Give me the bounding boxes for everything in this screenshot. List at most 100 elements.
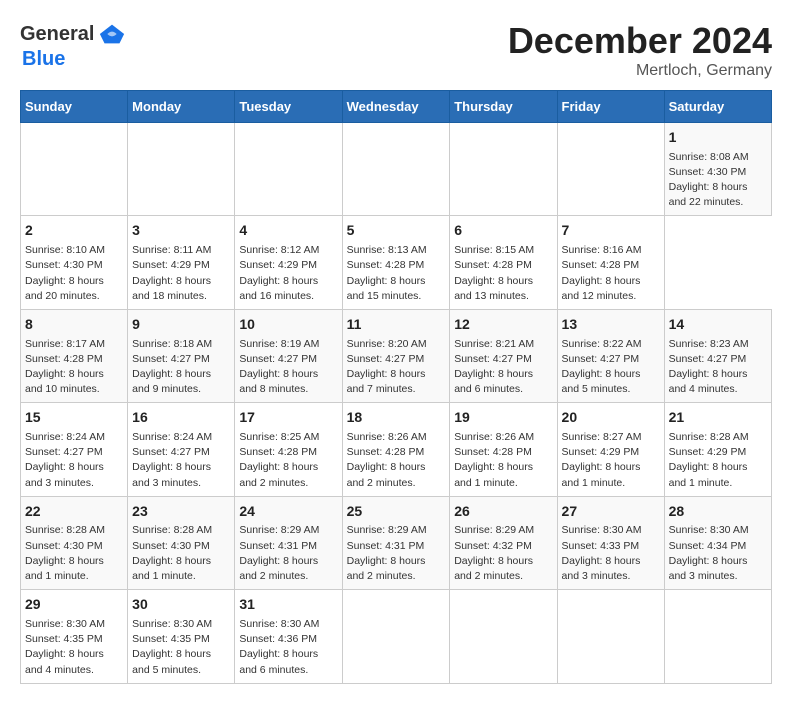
day-number: 22 bbox=[25, 502, 123, 522]
day-cell: 1Sunrise: 8:08 AMSunset: 4:30 PMDaylight… bbox=[664, 123, 771, 216]
day-cell: 20Sunrise: 8:27 AMSunset: 4:29 PMDayligh… bbox=[557, 403, 664, 496]
day-number: 2 bbox=[25, 221, 123, 241]
calendar-week-row: 22Sunrise: 8:28 AMSunset: 4:30 PMDayligh… bbox=[21, 496, 772, 589]
empty-cell bbox=[450, 590, 557, 683]
day-info: Sunrise: 8:30 AMSunset: 4:34 PMDaylight:… bbox=[669, 523, 767, 584]
header: General Blue December 2024 Mertloch, Ger… bbox=[20, 20, 772, 80]
day-cell: 18Sunrise: 8:26 AMSunset: 4:28 PMDayligh… bbox=[342, 403, 450, 496]
empty-cell bbox=[664, 590, 771, 683]
day-cell: 9Sunrise: 8:18 AMSunset: 4:27 PMDaylight… bbox=[128, 309, 235, 402]
day-info: Sunrise: 8:19 AMSunset: 4:27 PMDaylight:… bbox=[239, 337, 337, 398]
day-number: 25 bbox=[347, 502, 446, 522]
day-cell: 11Sunrise: 8:20 AMSunset: 4:27 PMDayligh… bbox=[342, 309, 450, 402]
day-cell: 3Sunrise: 8:11 AMSunset: 4:29 PMDaylight… bbox=[128, 216, 235, 309]
day-cell: 30Sunrise: 8:30 AMSunset: 4:35 PMDayligh… bbox=[128, 590, 235, 683]
day-number: 14 bbox=[669, 315, 767, 335]
location-title: Mertloch, Germany bbox=[508, 62, 772, 80]
day-number: 3 bbox=[132, 221, 230, 241]
calendar-week-row: 1Sunrise: 8:08 AMSunset: 4:30 PMDaylight… bbox=[21, 123, 772, 216]
day-cell: 13Sunrise: 8:22 AMSunset: 4:27 PMDayligh… bbox=[557, 309, 664, 402]
day-number: 12 bbox=[454, 315, 552, 335]
calendar-week-row: 29Sunrise: 8:30 AMSunset: 4:35 PMDayligh… bbox=[21, 590, 772, 683]
day-cell: 5Sunrise: 8:13 AMSunset: 4:28 PMDaylight… bbox=[342, 216, 450, 309]
day-cell: 21Sunrise: 8:28 AMSunset: 4:29 PMDayligh… bbox=[664, 403, 771, 496]
day-cell: 31Sunrise: 8:30 AMSunset: 4:36 PMDayligh… bbox=[235, 590, 342, 683]
day-number: 4 bbox=[239, 221, 337, 241]
day-number: 15 bbox=[25, 408, 123, 428]
day-info: Sunrise: 8:29 AMSunset: 4:32 PMDaylight:… bbox=[454, 523, 552, 584]
weekday-header-saturday: Saturday bbox=[664, 91, 771, 123]
empty-cell bbox=[557, 123, 664, 216]
day-info: Sunrise: 8:13 AMSunset: 4:28 PMDaylight:… bbox=[347, 243, 446, 304]
calendar-week-row: 8Sunrise: 8:17 AMSunset: 4:28 PMDaylight… bbox=[21, 309, 772, 402]
day-info: Sunrise: 8:22 AMSunset: 4:27 PMDaylight:… bbox=[562, 337, 660, 398]
day-info: Sunrise: 8:28 AMSunset: 4:30 PMDaylight:… bbox=[25, 523, 123, 584]
day-cell: 17Sunrise: 8:25 AMSunset: 4:28 PMDayligh… bbox=[235, 403, 342, 496]
day-cell: 23Sunrise: 8:28 AMSunset: 4:30 PMDayligh… bbox=[128, 496, 235, 589]
day-info: Sunrise: 8:15 AMSunset: 4:28 PMDaylight:… bbox=[454, 243, 552, 304]
day-number: 9 bbox=[132, 315, 230, 335]
day-number: 8 bbox=[25, 315, 123, 335]
weekday-header-sunday: Sunday bbox=[21, 91, 128, 123]
empty-cell bbox=[450, 123, 557, 216]
day-number: 13 bbox=[562, 315, 660, 335]
day-number: 24 bbox=[239, 502, 337, 522]
weekday-header-row: SundayMondayTuesdayWednesdayThursdayFrid… bbox=[21, 91, 772, 123]
day-number: 16 bbox=[132, 408, 230, 428]
weekday-header-friday: Friday bbox=[557, 91, 664, 123]
day-cell: 19Sunrise: 8:26 AMSunset: 4:28 PMDayligh… bbox=[450, 403, 557, 496]
weekday-header-monday: Monday bbox=[128, 91, 235, 123]
day-cell: 25Sunrise: 8:29 AMSunset: 4:31 PMDayligh… bbox=[342, 496, 450, 589]
calendar-week-row: 15Sunrise: 8:24 AMSunset: 4:27 PMDayligh… bbox=[21, 403, 772, 496]
day-cell: 4Sunrise: 8:12 AMSunset: 4:29 PMDaylight… bbox=[235, 216, 342, 309]
day-info: Sunrise: 8:12 AMSunset: 4:29 PMDaylight:… bbox=[239, 243, 337, 304]
weekday-header-wednesday: Wednesday bbox=[342, 91, 450, 123]
empty-cell bbox=[557, 590, 664, 683]
day-info: Sunrise: 8:28 AMSunset: 4:30 PMDaylight:… bbox=[132, 523, 230, 584]
day-info: Sunrise: 8:30 AMSunset: 4:33 PMDaylight:… bbox=[562, 523, 660, 584]
day-info: Sunrise: 8:29 AMSunset: 4:31 PMDaylight:… bbox=[239, 523, 337, 584]
day-info: Sunrise: 8:30 AMSunset: 4:35 PMDaylight:… bbox=[132, 617, 230, 678]
day-cell: 7Sunrise: 8:16 AMSunset: 4:28 PMDaylight… bbox=[557, 216, 664, 309]
day-number: 18 bbox=[347, 408, 446, 428]
day-info: Sunrise: 8:17 AMSunset: 4:28 PMDaylight:… bbox=[25, 337, 123, 398]
calendar-table: SundayMondayTuesdayWednesdayThursdayFrid… bbox=[20, 90, 772, 684]
empty-cell bbox=[128, 123, 235, 216]
empty-cell bbox=[21, 123, 128, 216]
day-cell: 26Sunrise: 8:29 AMSunset: 4:32 PMDayligh… bbox=[450, 496, 557, 589]
day-number: 10 bbox=[239, 315, 337, 335]
day-cell: 29Sunrise: 8:30 AMSunset: 4:35 PMDayligh… bbox=[21, 590, 128, 683]
day-info: Sunrise: 8:18 AMSunset: 4:27 PMDaylight:… bbox=[132, 337, 230, 398]
day-number: 23 bbox=[132, 502, 230, 522]
day-cell: 2Sunrise: 8:10 AMSunset: 4:30 PMDaylight… bbox=[21, 216, 128, 309]
empty-cell bbox=[235, 123, 342, 216]
day-number: 11 bbox=[347, 315, 446, 335]
day-info: Sunrise: 8:24 AMSunset: 4:27 PMDaylight:… bbox=[132, 430, 230, 491]
title-area: December 2024 Mertloch, Germany bbox=[508, 20, 772, 80]
day-info: Sunrise: 8:23 AMSunset: 4:27 PMDaylight:… bbox=[669, 337, 767, 398]
day-info: Sunrise: 8:26 AMSunset: 4:28 PMDaylight:… bbox=[454, 430, 552, 491]
day-number: 21 bbox=[669, 408, 767, 428]
day-number: 20 bbox=[562, 408, 660, 428]
day-info: Sunrise: 8:10 AMSunset: 4:30 PMDaylight:… bbox=[25, 243, 123, 304]
day-number: 1 bbox=[669, 128, 767, 148]
day-info: Sunrise: 8:30 AMSunset: 4:35 PMDaylight:… bbox=[25, 617, 123, 678]
day-info: Sunrise: 8:26 AMSunset: 4:28 PMDaylight:… bbox=[347, 430, 446, 491]
day-info: Sunrise: 8:24 AMSunset: 4:27 PMDaylight:… bbox=[25, 430, 123, 491]
empty-cell bbox=[342, 123, 450, 216]
day-cell: 12Sunrise: 8:21 AMSunset: 4:27 PMDayligh… bbox=[450, 309, 557, 402]
logo: General Blue bbox=[20, 20, 126, 71]
day-info: Sunrise: 8:28 AMSunset: 4:29 PMDaylight:… bbox=[669, 430, 767, 491]
day-cell: 8Sunrise: 8:17 AMSunset: 4:28 PMDaylight… bbox=[21, 309, 128, 402]
day-number: 19 bbox=[454, 408, 552, 428]
day-info: Sunrise: 8:27 AMSunset: 4:29 PMDaylight:… bbox=[562, 430, 660, 491]
empty-cell bbox=[342, 590, 450, 683]
day-info: Sunrise: 8:30 AMSunset: 4:36 PMDaylight:… bbox=[239, 617, 337, 678]
month-title: December 2024 bbox=[508, 20, 772, 62]
day-info: Sunrise: 8:08 AMSunset: 4:30 PMDaylight:… bbox=[669, 150, 767, 211]
weekday-header-thursday: Thursday bbox=[450, 91, 557, 123]
day-number: 6 bbox=[454, 221, 552, 241]
day-info: Sunrise: 8:21 AMSunset: 4:27 PMDaylight:… bbox=[454, 337, 552, 398]
day-cell: 22Sunrise: 8:28 AMSunset: 4:30 PMDayligh… bbox=[21, 496, 128, 589]
day-number: 7 bbox=[562, 221, 660, 241]
